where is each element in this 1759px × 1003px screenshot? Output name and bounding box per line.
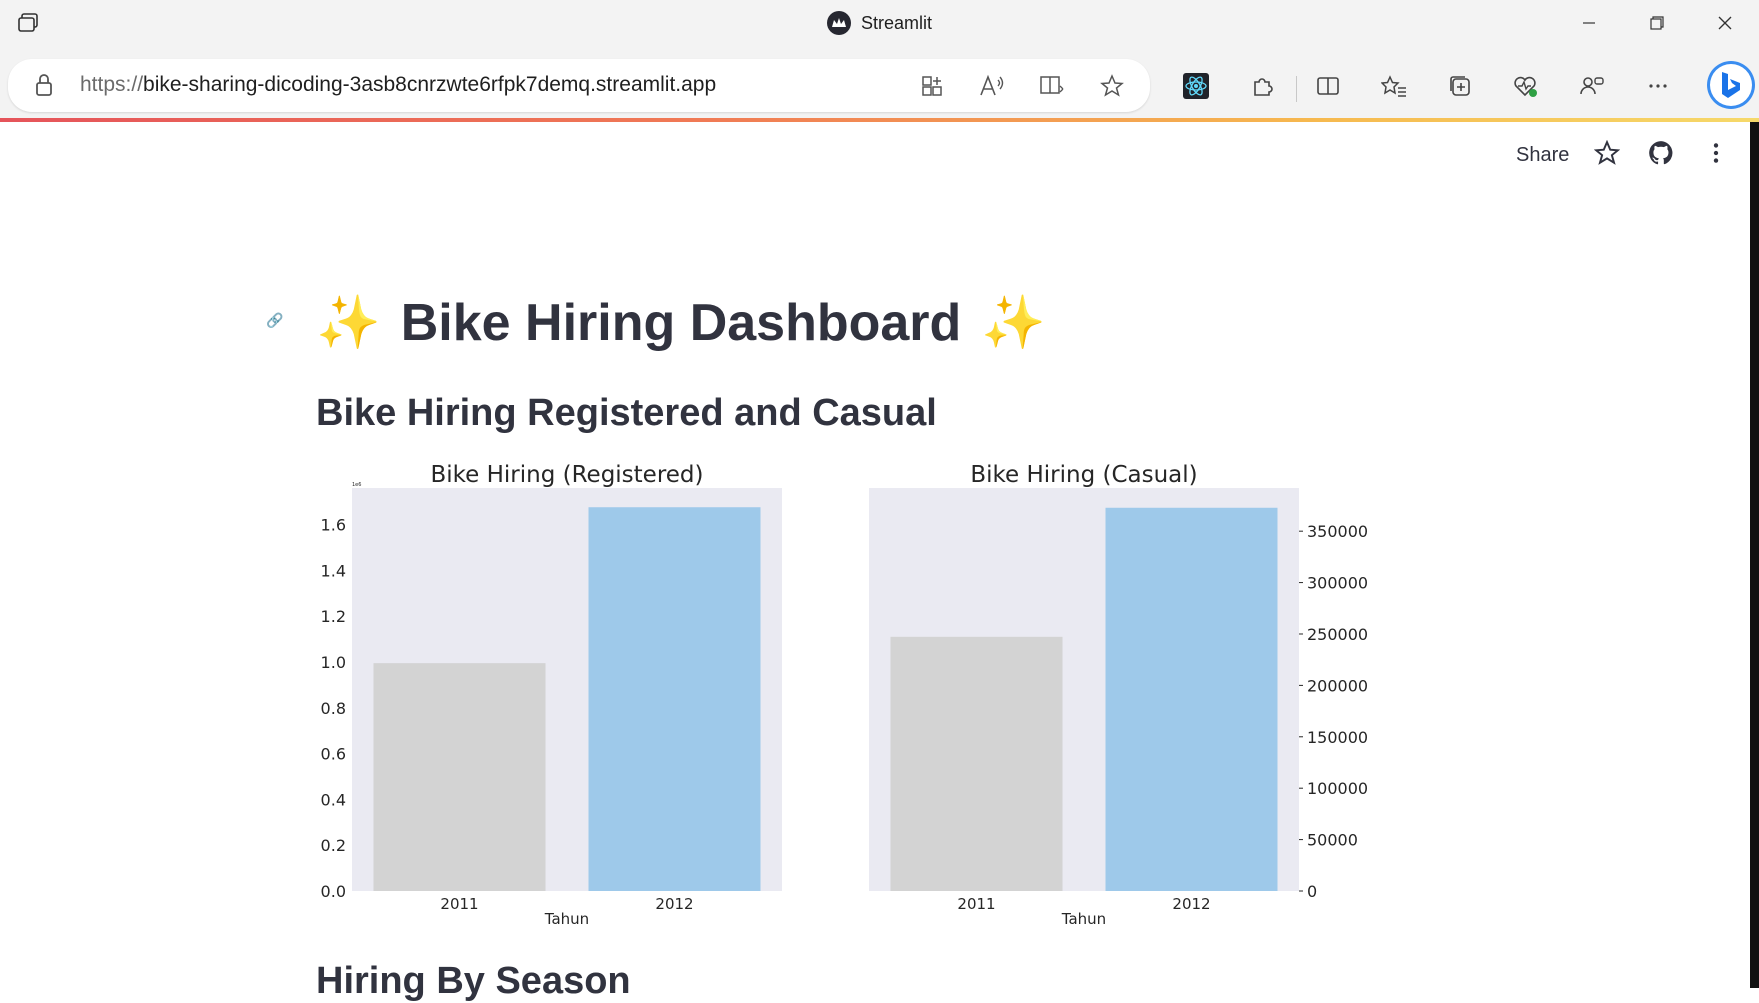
y-tick-label: 1.0 <box>321 653 346 672</box>
x-tick-label: 2011 <box>957 895 995 913</box>
more-options-icon[interactable] <box>1634 67 1682 105</box>
streamlit-logo-icon <box>826 11 851 35</box>
minimize-icon[interactable] <box>1555 0 1623 46</box>
restore-icon[interactable] <box>1623 0 1691 46</box>
casual-chart: 2011 2012 0 50000 100000 150000 200000 250000 30… <box>869 462 1368 928</box>
url-host: bike-sharing-dicoding-3asb8cnrzwte6rfpk7… <box>143 73 717 96</box>
y-tick-label: 0.2 <box>321 836 346 855</box>
read-aloud-icon[interactable] <box>968 67 1016 105</box>
y-tick-label: 250000 <box>1307 625 1368 644</box>
y-tick-label: 0.0 <box>321 882 346 901</box>
star-icon[interactable] <box>1593 139 1621 171</box>
immersive-reader-icon[interactable] <box>1028 67 1076 105</box>
url-text[interactable]: https://bike-sharing-dicoding-3asb8cnrzw… <box>80 73 716 97</box>
split-screen-icon[interactable] <box>1304 67 1352 105</box>
bar-2011 <box>890 636 1063 891</box>
y-tick-label: 50000 <box>1307 831 1358 850</box>
sparkles-emoji-left: ✨ <box>316 294 381 352</box>
github-icon[interactable] <box>1648 140 1674 171</box>
chart-title: Bike Hiring (Registered) <box>430 462 703 488</box>
y-tick-label: 200000 <box>1307 676 1368 695</box>
x-tick-label: 2011 <box>440 895 478 913</box>
main-menu-icon[interactable] <box>1703 140 1729 171</box>
y-tick-label: 1.4 <box>321 561 346 580</box>
share-button[interactable]: Share <box>1516 144 1569 167</box>
chart-title: Bike Hiring (Casual) <box>970 462 1197 488</box>
profile-sync-icon[interactable] <box>1568 67 1616 105</box>
y-tick-label: 1.6 <box>321 516 346 535</box>
anchor-link-icon[interactable]: 🔗 <box>266 312 283 329</box>
collections-icon[interactable] <box>1436 67 1484 105</box>
favorites-icon[interactable] <box>1370 67 1418 105</box>
address-bar[interactable]: https://bike-sharing-dicoding-3asb8cnrzw… <box>8 59 1150 112</box>
favorite-star-icon[interactable] <box>1088 67 1136 105</box>
y-tick-label: 0 <box>1307 882 1317 901</box>
lock-icon[interactable] <box>34 73 54 102</box>
y-tick-label: 100000 <box>1307 779 1368 798</box>
y-tick-label: 1.2 <box>321 607 346 626</box>
bike-hiring-figure: 2011 2012 0.0 0.2 0.4 0.6 0.8 1.0 1.2 1.4 1.6 1e6 Bi… <box>321 462 1369 928</box>
x-axis-label: Tahun <box>1061 910 1106 928</box>
page-scrollbar[interactable] <box>1750 122 1759 988</box>
registered-chart: 2011 2012 0.0 0.2 0.4 0.6 0.8 1.0 1.2 1.4 1.6 1e6 Bi… <box>321 462 782 928</box>
react-devtools-icon[interactable] <box>1172 67 1220 105</box>
x-tick-label: 2012 <box>1172 895 1210 913</box>
sparkles-emoji-right: ✨ <box>981 294 1047 352</box>
y-tick-label: 0.4 <box>321 790 346 809</box>
extensions-icon[interactable] <box>1238 67 1286 105</box>
bar-2011 <box>373 663 546 891</box>
bing-chat-icon[interactable] <box>1707 61 1755 109</box>
window-title-text: Streamlit <box>860 12 932 33</box>
y-tick-label: 300000 <box>1307 574 1368 593</box>
browser-toolbar: https://bike-sharing-dicoding-3asb8cnrzw… <box>0 46 1759 118</box>
window-title: Streamlit <box>0 0 1759 46</box>
y-tick-label: 150000 <box>1307 728 1368 747</box>
toolbar-separator <box>1296 76 1297 102</box>
url-protocol: https:// <box>80 73 144 96</box>
y-tick-label: 0.8 <box>321 699 346 718</box>
browser-essentials-icon[interactable] <box>1502 67 1550 105</box>
section-title-season: Hiring By Season <box>316 960 631 1002</box>
x-axis-label: Tahun <box>544 910 589 928</box>
window-titlebar: Streamlit <box>0 0 1759 46</box>
app-available-icon[interactable] <box>908 67 956 105</box>
bar-2012 <box>1105 507 1278 891</box>
y-tick-label: 350000 <box>1307 522 1368 541</box>
section-title-registered-casual: Bike Hiring Registered and Casual <box>316 392 937 434</box>
close-icon[interactable] <box>1691 0 1759 46</box>
page-title-text: Bike Hiring Dashboard <box>400 293 962 352</box>
page-title: ✨ Bike Hiring Dashboard ✨ <box>316 292 1046 353</box>
y-tick-label: 0.6 <box>321 745 346 764</box>
bar-2012 <box>588 507 761 891</box>
x-tick-label: 2012 <box>655 895 693 913</box>
streamlit-header: Share <box>0 122 1750 192</box>
y-scale-label: 1e6 <box>352 482 361 488</box>
